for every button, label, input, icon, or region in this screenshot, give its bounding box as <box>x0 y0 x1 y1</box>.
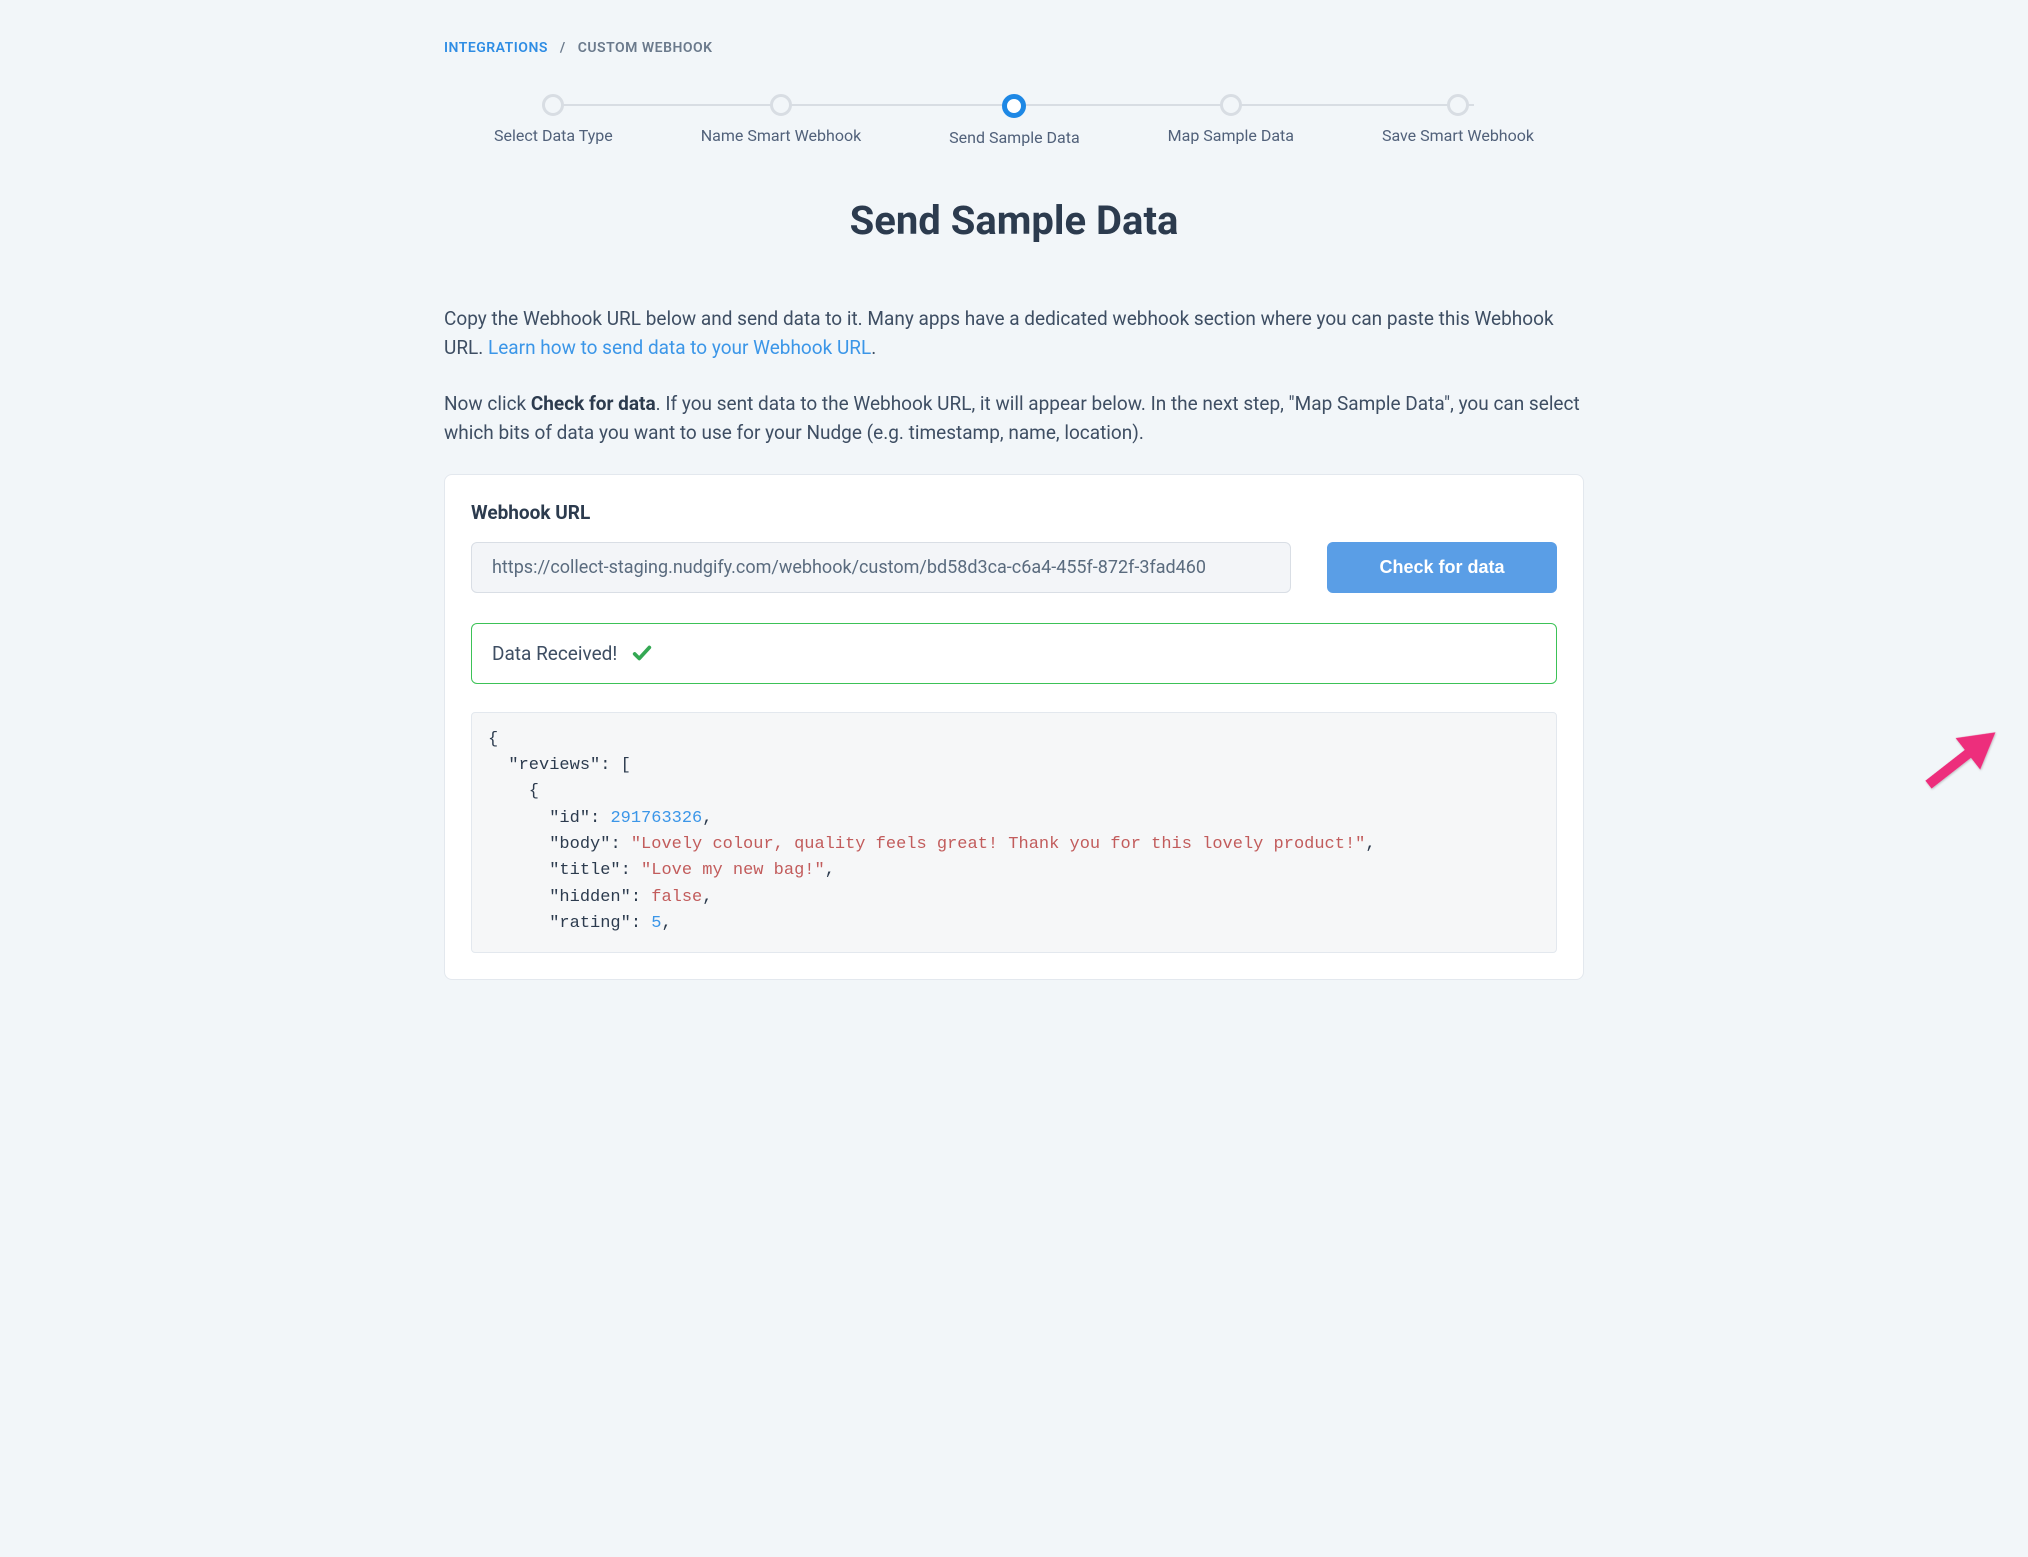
step-map-sample-data[interactable]: Map Sample Data <box>1168 94 1294 145</box>
step-label: Save Smart Webhook <box>1382 126 1534 145</box>
arrow-annotation-icon <box>1900 700 2020 820</box>
step-label: Send Sample Data <box>949 128 1080 147</box>
breadcrumb: INTEGRATIONS / CUSTOM WEBHOOK <box>444 40 1584 56</box>
step-select-data-type[interactable]: Select Data Type <box>494 94 613 145</box>
breadcrumb-separator: / <box>560 40 566 56</box>
breadcrumb-current: CUSTOM WEBHOOK <box>578 40 713 56</box>
step-circle-icon <box>542 94 564 116</box>
webhook-url-label: Webhook URL <box>471 501 1557 524</box>
step-label: Name Smart Webhook <box>701 126 861 145</box>
step-circle-icon <box>1220 94 1242 116</box>
data-received-banner: Data Received! <box>471 623 1557 684</box>
step-save-smart-webhook[interactable]: Save Smart Webhook <box>1382 94 1534 145</box>
banner-text: Data Received! <box>492 642 617 665</box>
webhook-card: Webhook URL Check for data Data Received… <box>444 474 1584 980</box>
intro-p2-strong: Check for data <box>531 392 656 415</box>
check-for-data-button[interactable]: Check for data <box>1327 542 1557 593</box>
stepper: Select Data Type Name Smart Webhook Send S… <box>494 94 1534 147</box>
webhook-url-input[interactable] <box>471 542 1291 593</box>
step-send-sample-data[interactable]: Send Sample Data <box>949 94 1080 147</box>
step-circle-icon <box>770 94 792 116</box>
intro-p2-pre: Now click <box>444 392 531 415</box>
json-sample-block[interactable]: { "reviews": [ { "id": 291763326, "body"… <box>471 712 1557 953</box>
step-circle-icon <box>1447 94 1469 116</box>
step-label: Select Data Type <box>494 126 613 145</box>
breadcrumb-root-link[interactable]: INTEGRATIONS <box>444 40 548 56</box>
step-circle-icon <box>1002 94 1026 118</box>
intro-p1-post: . <box>871 336 876 359</box>
checkmark-icon <box>631 642 653 664</box>
step-name-smart-webhook[interactable]: Name Smart Webhook <box>701 94 861 145</box>
intro-text: Copy the Webhook URL below and send data… <box>444 304 1584 448</box>
step-label: Map Sample Data <box>1168 126 1294 145</box>
learn-link[interactable]: Learn how to send data to your Webhook U… <box>488 336 871 359</box>
page-title: Send Sample Data <box>444 197 1584 244</box>
